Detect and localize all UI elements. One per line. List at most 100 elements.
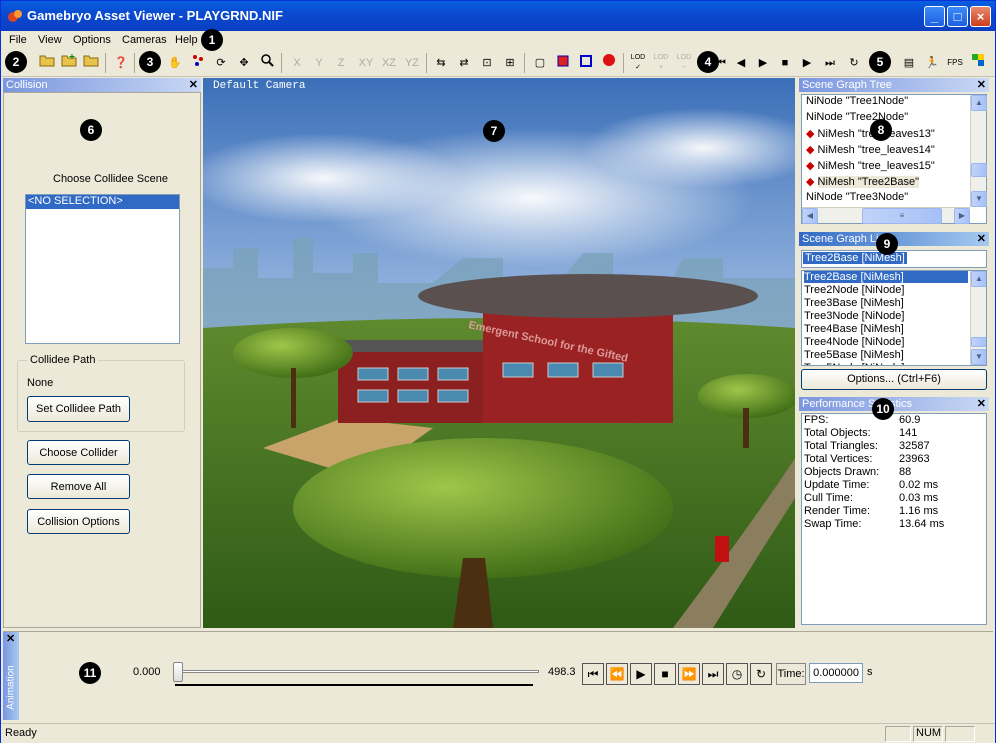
- collision-close-icon[interactable]: ✕: [189, 78, 198, 92]
- axis-y-button[interactable]: Y: [309, 53, 329, 73]
- scene-tree-item[interactable]: NiNode "Tree3Node": [806, 191, 908, 203]
- help-icon[interactable]: ❓: [111, 53, 131, 73]
- step-forward-icon[interactable]: ▶: [797, 53, 817, 73]
- scene-tree-view[interactable]: NiNode "Tree1Node" NiNode "Tree2Node" ◆ Ni…: [801, 94, 987, 224]
- collidee-scene-list[interactable]: <NO SELECTION>: [25, 194, 180, 344]
- anim-loop-icon[interactable]: ↻: [750, 663, 772, 685]
- anim-step-back-icon[interactable]: ⏪: [606, 663, 628, 685]
- scene-list-item[interactable]: <NO SELECTION>: [26, 195, 179, 209]
- texture-sphere-icon[interactable]: [599, 53, 619, 73]
- perf-stat-value: 1.16 ms: [899, 505, 939, 517]
- perf-stat-key: Total Objects:: [804, 427, 871, 439]
- axis-yz-button[interactable]: YZ: [402, 53, 422, 73]
- maximize-button[interactable]: □: [947, 6, 968, 27]
- scene-graph-tree-panel: Scene Graph Tree ✕ NiNode "Tree1Node" NiNo…: [799, 78, 989, 226]
- swap-left-icon[interactable]: ⇆: [431, 53, 451, 73]
- menu-cameras[interactable]: Cameras: [122, 34, 167, 46]
- mesh-diamond-icon: ◆: [806, 128, 818, 140]
- skip-end-icon[interactable]: ⏭: [820, 53, 840, 73]
- close-button[interactable]: ×: [970, 6, 991, 27]
- scene-list-row[interactable]: Tree2Base [NiMesh]: [804, 271, 968, 283]
- scene-list-close-icon[interactable]: ✕: [977, 232, 986, 246]
- scene-list-row[interactable]: Tree4Node [NiNode]: [804, 336, 968, 348]
- lod-label-2: LOD: [653, 54, 669, 61]
- anim-skip-start-icon[interactable]: ⏮: [582, 663, 604, 685]
- open-folder-icon[interactable]: [37, 53, 57, 73]
- scene-tree-item-label: NiNode "Tree3Node": [806, 191, 909, 203]
- fit-view-icon[interactable]: ⊡: [477, 53, 497, 73]
- axis-xy-button[interactable]: XY: [356, 53, 376, 73]
- open-folder-alt-icon[interactable]: [81, 53, 101, 73]
- stats-runner-icon[interactable]: 🏃: [922, 53, 942, 73]
- scene-tree-item[interactable]: ◆ NiMesh "tree_leaves15": [806, 159, 935, 172]
- scene-list-row[interactable]: Tree4Base [NiMesh]: [804, 323, 968, 335]
- loop-icon[interactable]: ↻: [844, 53, 864, 73]
- scene-tree-item[interactable]: NiNode "Tree1Node": [806, 95, 908, 107]
- perf-close-icon[interactable]: ✕: [977, 397, 986, 411]
- set-collidee-path-button[interactable]: Set Collidee Path: [27, 396, 130, 422]
- remove-all-button[interactable]: Remove All: [27, 474, 130, 499]
- anim-play-icon[interactable]: ▶: [630, 663, 652, 685]
- cube-blue-icon[interactable]: [576, 53, 596, 73]
- pan-hand-icon[interactable]: ✋: [165, 53, 185, 73]
- stop-icon[interactable]: ■: [775, 53, 795, 73]
- animation-dock-tab[interactable]: ✕ Animation: [3, 632, 19, 720]
- axis-xz-button[interactable]: XZ: [379, 53, 399, 73]
- expand-view-icon[interactable]: ⊞: [500, 53, 520, 73]
- choose-collider-button[interactable]: Choose Collider: [27, 440, 130, 465]
- fps-button[interactable]: FPS: [945, 53, 965, 73]
- menu-view[interactable]: View: [38, 34, 62, 46]
- menu-help[interactable]: Help: [175, 34, 198, 46]
- anim-time-input[interactable]: 0.000000: [809, 663, 863, 683]
- scene-list-options-button[interactable]: Options... (Ctrl+F6): [801, 369, 987, 390]
- solid-cube-icon[interactable]: [553, 53, 573, 73]
- scene-render: Emergent School for the Gifted: [203, 78, 795, 628]
- swap-right-icon[interactable]: ⇄: [454, 53, 474, 73]
- scene-tree-item[interactable]: ◆ NiMesh "Tree2Base": [806, 175, 920, 188]
- scene-tree-close-icon[interactable]: ✕: [977, 78, 986, 92]
- open-add-icon[interactable]: [59, 53, 79, 73]
- animation-timeline-thumb[interactable]: [173, 662, 183, 682]
- zoom-magnifier-icon[interactable]: [257, 53, 277, 73]
- scene-list-row[interactable]: Tree5Node [NiNode]: [804, 362, 968, 365]
- scene-list-row[interactable]: Tree2Node [NiNode]: [804, 284, 968, 296]
- callout-marker-10: 10: [872, 398, 894, 420]
- lod-check-button[interactable]: LOD ✓: [628, 53, 648, 73]
- lod-decrease-button[interactable]: LOD −: [674, 53, 694, 73]
- render-viewport[interactable]: Emergent School for the Gifted Default C…: [203, 78, 795, 628]
- scene-list-row[interactable]: Tree3Node [NiNode]: [804, 310, 968, 322]
- performance-statistics-panel: Performance Statistics ✕ FPS: 60.9 Total Ob…: [799, 397, 989, 627]
- status-text: Ready: [5, 727, 37, 739]
- minimize-button[interactable]: _: [924, 6, 945, 27]
- callout-marker-7: 7: [483, 120, 505, 142]
- play-icon[interactable]: ▶: [753, 53, 773, 73]
- scene-list-box[interactable]: Tree2Base [NiMesh] Tree2Node [NiNode] Tree…: [801, 270, 987, 366]
- axis-x-button[interactable]: X: [287, 53, 307, 73]
- anim-stop-icon[interactable]: ■: [654, 663, 676, 685]
- step-back-icon[interactable]: ◀: [731, 53, 751, 73]
- select-points-icon[interactable]: [188, 53, 208, 73]
- scene-tree-item[interactable]: ◆ NiMesh "tree_leaves14": [806, 143, 935, 156]
- lod-increase-button[interactable]: LOD +: [651, 53, 671, 73]
- menu-file[interactable]: File: [9, 34, 27, 46]
- axis-z-button[interactable]: Z: [331, 53, 351, 73]
- anim-skip-end-icon[interactable]: ⏭: [702, 663, 724, 685]
- wireframe-cube-icon[interactable]: ▢: [530, 53, 550, 73]
- anim-clock-icon[interactable]: ◷: [726, 663, 748, 685]
- menu-options[interactable]: Options: [73, 34, 111, 46]
- panel-toggle-icon[interactable]: ▤: [899, 53, 919, 73]
- color-blocks-icon[interactable]: [968, 53, 988, 73]
- scene-list-row[interactable]: Tree3Base [NiMesh]: [804, 297, 968, 309]
- move-crosshair-icon[interactable]: ✥: [234, 53, 254, 73]
- anim-step-forward-icon[interactable]: ⏩: [678, 663, 700, 685]
- status-cell-scrl: [945, 726, 975, 742]
- collision-panel-header: Collision ✕: [3, 78, 201, 92]
- collision-options-button[interactable]: Collision Options: [27, 509, 130, 534]
- scene-list-row[interactable]: Tree5Base [NiMesh]: [804, 349, 968, 361]
- animation-close-icon[interactable]: ✕: [6, 632, 15, 645]
- perf-stats-box: FPS: 60.9 Total Objects: 141 Total Triangles…: [801, 413, 987, 625]
- rotate-icon[interactable]: ⟳: [211, 53, 231, 73]
- scene-tree-item[interactable]: NiNode "Tree2Node": [806, 111, 908, 123]
- title-bar: Gamebryo Asset Viewer - PLAYGRND.NIF _ □…: [1, 1, 995, 31]
- scene-list-field[interactable]: Tree2Base [NiMesh]: [801, 250, 987, 268]
